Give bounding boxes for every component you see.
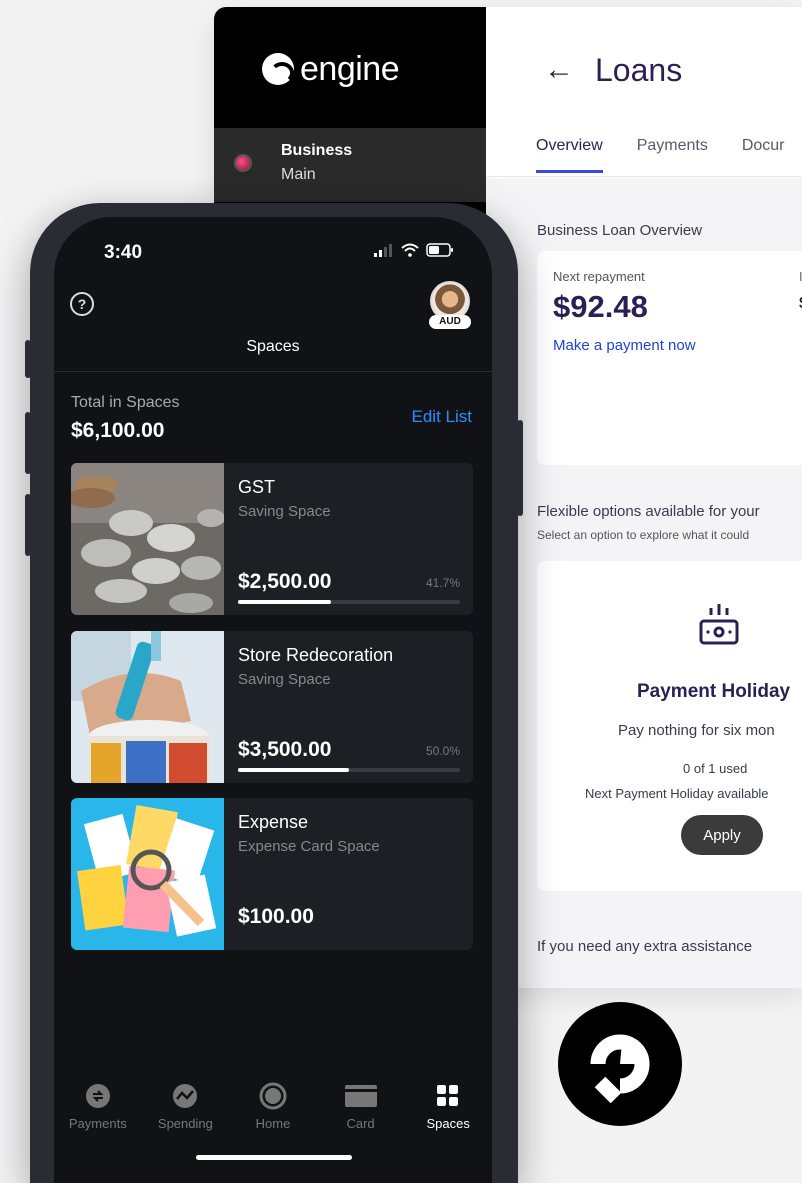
space-name: Expense (238, 812, 309, 832)
signal-icon (374, 244, 392, 257)
payment-holiday-description: Pay nothing for six mon (618, 722, 775, 739)
card-icon (344, 1085, 377, 1107)
battery-icon (426, 243, 453, 257)
account-switcher[interactable]: Business Main (214, 128, 486, 202)
engine-large-logo-icon (558, 1002, 682, 1126)
tab-home[interactable]: Home (229, 1082, 317, 1142)
tab-payments[interactable]: Payments (54, 1082, 142, 1142)
phone-power-button (517, 420, 523, 516)
space-progress-bar (238, 600, 460, 604)
wifi-icon (401, 243, 419, 257)
spending-chart-icon (173, 1084, 198, 1108)
account-avatar (234, 154, 252, 172)
status-time: 3:40 (104, 242, 143, 263)
phone-volume-down (25, 494, 31, 556)
phone-mute-switch (25, 340, 31, 378)
tab-documents[interactable]: Docur (742, 137, 785, 173)
desktop-main: ← Loans Overview Payments Docur Business… (486, 7, 802, 988)
bottom-tab-bar: Payments Spending Home Card Spaces (54, 1082, 492, 1142)
space-progress-fill (238, 600, 331, 604)
flexible-options-title: Flexible options available for your (537, 503, 760, 520)
tab-label: Payments (68, 1116, 127, 1131)
loans-header: ← Loans Overview Payments Docur (486, 7, 802, 177)
tab-label: Spending (157, 1116, 213, 1131)
space-type: Saving Space (238, 671, 331, 688)
next-repayment-label: Next repayment (553, 269, 645, 284)
flexible-options-subtitle: Select an option to explore what it coul… (537, 528, 750, 542)
tab-card[interactable]: Card (317, 1082, 405, 1142)
space-card-store-redecoration[interactable]: Store Redecoration Saving Space $3,500.0… (71, 631, 473, 783)
loan-tabs: Overview Payments Docur (536, 137, 785, 173)
space-type: Expense Card Space (238, 838, 380, 855)
cash-register-icon (699, 604, 739, 645)
payment-holiday-next: Next Payment Holiday available (585, 786, 769, 801)
payments-arrows-icon (85, 1084, 110, 1108)
space-percent: 50.0% (425, 744, 460, 758)
phone-volume-up (25, 412, 31, 474)
screen-title: Spaces (246, 338, 300, 355)
space-card-expense[interactable]: Expense Expense Card Space $100.00 (71, 798, 473, 950)
loans-body: Business Loan Overview Next repayment $9… (486, 178, 802, 988)
space-name: GST (238, 477, 276, 497)
tab-label: Card (346, 1116, 375, 1131)
space-amount: $100.00 (238, 905, 314, 928)
back-arrow-icon[interactable]: ← (544, 53, 574, 87)
paint-bucket-image (71, 631, 224, 783)
overview-section-title: Business Loan Overview (537, 222, 703, 239)
payment-holiday-title: Payment Holiday (637, 681, 791, 702)
space-progress-bar (238, 768, 460, 772)
space-percent: 41.7% (425, 576, 460, 590)
tab-spaces[interactable]: Spaces (404, 1082, 492, 1142)
currency-badge: AUD (429, 315, 471, 329)
account-sub: Main (281, 166, 316, 183)
engine-logo[interactable]: engine (262, 47, 400, 91)
receipts-image (71, 798, 224, 950)
engine-logo-icon (262, 53, 294, 85)
engine-brand-text: engine (300, 49, 400, 88)
assistance-text: If you need any extra assistance (537, 938, 753, 955)
space-progress-fill (238, 768, 349, 772)
home-circle-icon (259, 1082, 287, 1110)
make-payment-link[interactable]: Make a payment now (553, 337, 696, 354)
tab-spending[interactable]: Spending (142, 1082, 230, 1142)
space-card-gst[interactable]: GST Saving Space $2,500.00 41.7% (71, 463, 473, 615)
space-type: Saving Space (238, 503, 331, 520)
total-label: Total in Spaces (71, 394, 180, 411)
tab-payments[interactable]: Payments (637, 137, 708, 173)
tab-label: Home (255, 1116, 291, 1131)
space-amount: $2,500.00 (238, 570, 332, 593)
account-name: Business (281, 142, 353, 159)
page-title: Loans (595, 52, 683, 88)
space-name: Store Redecoration (238, 645, 394, 665)
total-value: $6,100.00 (71, 419, 165, 442)
payment-holiday-card: Payment Holiday Pay nothing for six mon … (537, 561, 802, 891)
next-repayment-amount: $92.48 (553, 289, 648, 324)
help-icon[interactable]: ? (70, 292, 94, 316)
home-indicator[interactable] (196, 1155, 352, 1160)
header-divider (54, 371, 492, 372)
edit-list-button[interactable]: Edit List (412, 407, 472, 427)
coins-image (71, 463, 224, 615)
apply-button[interactable]: Apply (681, 815, 763, 855)
space-amount: $3,500.00 (238, 738, 332, 761)
phone-screen: 3:40 ? AUD Spaces Total in Spaces $6,100… (54, 217, 492, 1183)
loan-overview-card: Next repayment $92.48 Make a payment now… (537, 251, 802, 465)
payment-holiday-used: 0 of 1 used (683, 761, 748, 776)
tab-label: Spaces (426, 1116, 470, 1131)
spaces-grid-icon (437, 1085, 459, 1106)
tab-overview[interactable]: Overview (536, 137, 603, 173)
status-icons (374, 243, 454, 257)
